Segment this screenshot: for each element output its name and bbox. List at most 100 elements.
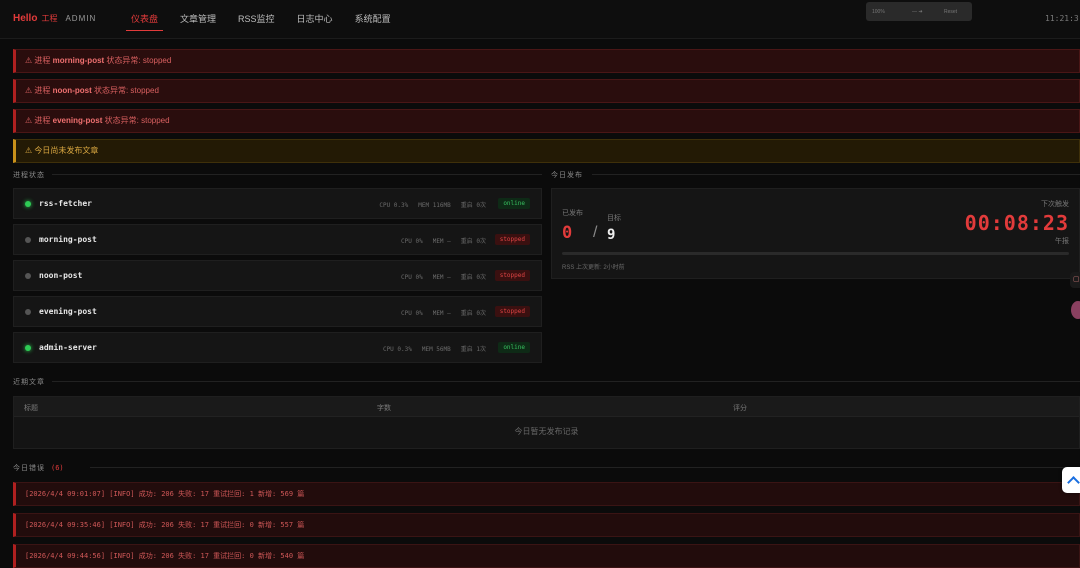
process-name: evening-post [39,307,97,316]
alert-process: ⚠ 进程 noon-post 状态异常: stopped [13,79,1080,103]
section-title-publish: 今日发布 [551,172,583,179]
restarts: 重启 1次 [460,346,486,353]
process-name: morning-post [39,235,97,244]
brand-admin: ADMIN [65,14,97,23]
alert-suffix: 状态异常: stopped [104,116,170,125]
alert-process: ⚠ 进程 morning-post 状态异常: stopped [13,49,1080,73]
main-nav: 仪表盘 文章管理 RSS监控 日志中心 系统配置 [120,0,402,38]
nav-settings[interactable]: 系统配置 [344,0,402,38]
restarts: 重启 0次 [460,202,486,209]
zoom-level: 100% [872,9,885,15]
errors-label: 今日错误 [13,465,45,472]
alert-process: ⚠ 进程 evening-post 状态异常: stopped [13,109,1080,133]
alert-prefix: ⚠ 进程 [25,56,51,65]
mem: MEM 56MB [421,346,451,353]
restarts: 重启 0次 [460,238,486,245]
nav-rss[interactable]: RSS监控 [227,0,286,38]
status-dot [25,309,31,315]
target-count: 9 [607,227,616,243]
alert-process-name: evening-post [52,116,103,125]
mem: MEM — [432,238,451,245]
side-avatar-icon[interactable] [1071,301,1080,319]
clock: 11:21:3 [1045,14,1079,23]
restarts: 重启 0次 [460,310,486,317]
scroll-top-icon[interactable] [1062,467,1080,493]
process-card[interactable]: evening-post CPU 0% MEM — 重启 0次 stopped [13,296,542,327]
table-header: 标题 字数 评分 [14,397,1079,417]
error-log-entry: [2026/4/4 09:35:46] [INFO] 成功: 206 失败: 1… [13,513,1080,537]
error-log-entry: [2026/4/4 09:01:07] [INFO] 成功: 206 失败: 1… [13,482,1080,506]
process-card[interactable]: noon-post CPU 0% MEM — 重启 0次 stopped [13,260,542,291]
table-empty-message: 今日暂无发布记录 [514,427,579,436]
publish-progress-bar [562,252,1069,255]
process-stats: CPU 0.3% MEM 116MB 重启 0次 [369,200,486,209]
status-dot [25,237,31,243]
alert-process-name: morning-post [52,56,105,65]
process-name: admin-server [39,343,97,352]
alert-prefix: ⚠ 进程 [25,116,51,125]
cpu: CPU 0.3% [382,346,412,353]
process-stats: CPU 0% MEM — 重启 0次 [391,308,486,317]
error-log-entry: [2026/4/4 09:44:56] [INFO] 成功: 206 失败: 1… [13,544,1080,568]
nav-articles[interactable]: 文章管理 [169,0,227,38]
side-tool-icon[interactable]: ▢ [1070,272,1080,288]
mem: MEM — [432,310,451,317]
status-badge: stopped [494,234,530,245]
next-slot: 午报 [1055,238,1069,245]
zoom-overlay-toolbar[interactable]: 100% — ➜ Reset [866,2,972,21]
separator-slash: / [593,224,598,241]
rss-last-update: RSS 上次更新: 2小时前 [562,265,625,271]
cpu: CPU 0% [401,274,423,281]
process-stats: CPU 0.3% MEM 56MB 重启 1次 [373,344,486,353]
alert-prefix: ⚠ 进程 [25,86,51,95]
alert-warning: ⚠ 今日尚未发布文章 [13,139,1080,163]
status-badge: stopped [494,270,530,281]
target-label: 目标 [607,215,621,222]
status-badge: stopped [494,306,530,317]
cpu: CPU 0% [401,238,423,245]
mem: MEM 116MB [418,202,451,209]
error-count: (6) [51,464,64,472]
top-navbar: Hello 工程 ADMIN 仪表盘 文章管理 RSS监控 日志中心 系统配置 10… [0,0,1080,39]
alert-suffix: 状态异常: stopped [106,56,172,65]
cpu: CPU 0% [401,310,423,317]
cpu: CPU 0.3% [379,202,409,209]
brand-logo[interactable]: Hello 工程 ADMIN [13,13,96,24]
process-stats: CPU 0% MEM — 重启 0次 [391,272,486,281]
divider [90,467,1080,468]
status-badge: online [498,342,530,353]
divider [592,174,1080,175]
status-dot [25,273,31,279]
section-title-articles: 近期文章 [13,379,45,386]
divider [52,174,542,175]
status-dot [25,345,31,351]
zoom-reset[interactable]: Reset [944,9,957,15]
countdown-timer: 00:08:23 [964,211,1069,235]
column-score[interactable]: 评分 [733,403,747,413]
nav-logs[interactable]: 日志中心 [286,0,344,38]
process-card[interactable]: admin-server CPU 0.3% MEM 56MB 重启 1次 onlin… [13,332,542,363]
nav-dashboard[interactable]: 仪表盘 [120,0,169,38]
process-name: rss-fetcher [39,199,92,208]
articles-table: 标题 字数 评分 今日暂无发布记录 [13,396,1080,449]
process-card[interactable]: morning-post CPU 0% MEM — 重启 0次 stopped [13,224,542,255]
next-trigger-label: 下次触发 [1041,201,1069,208]
restarts: 重启 0次 [460,274,486,281]
published-label: 已发布 [562,210,583,217]
status-dot [25,201,31,207]
process-stats: CPU 0% MEM — 重启 0次 [391,236,486,245]
brand-hello: Hello [13,13,38,24]
section-title-errors: 今日错误 (6) [13,463,64,473]
brand-cn: 工程 [41,14,58,23]
mem: MEM — [432,274,451,281]
column-words[interactable]: 字数 [377,403,391,413]
zoom-arrows[interactable]: — ➜ [912,9,923,15]
process-card[interactable]: rss-fetcher CPU 0.3% MEM 116MB 重启 0次 onlin… [13,188,542,219]
alert-suffix: 状态异常: stopped [93,86,159,95]
section-title-process: 进程状态 [13,172,45,179]
publish-panel: 已发布 0 / 目标 9 下次触发 00:08:23 午报 RSS 上次更新: … [551,188,1080,279]
column-title[interactable]: 标题 [24,403,38,413]
published-count: 0 [562,223,573,243]
status-badge: online [498,198,530,209]
process-name: noon-post [39,271,83,280]
